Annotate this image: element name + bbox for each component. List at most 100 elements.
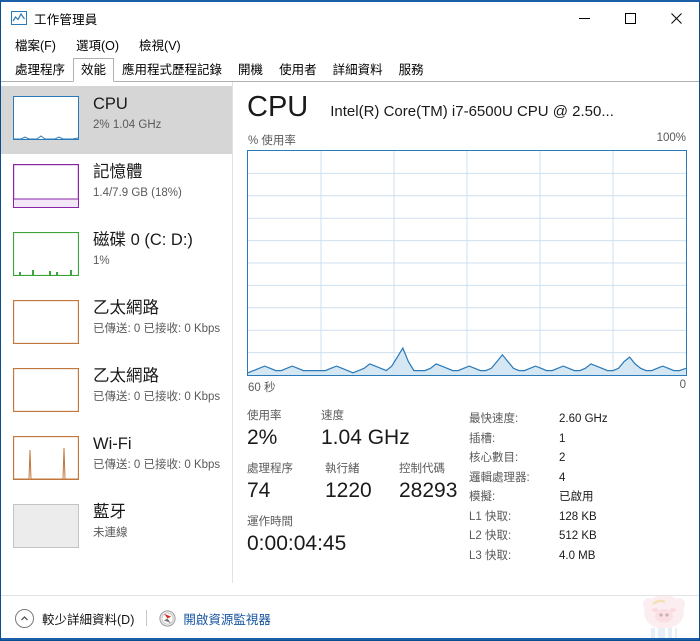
maximize-button[interactable] — [607, 2, 653, 34]
chevron-up-icon[interactable] — [15, 608, 34, 628]
spec-l2-cache: L2 快取: 512 KB — [469, 527, 687, 547]
bluetooth-mini-graph — [13, 504, 79, 548]
sidebar-item-subtitle: 已傳送: 0 已接收: 0 Kbps — [93, 391, 221, 403]
cpu-graph-svg — [248, 151, 686, 375]
sidebar-item-memory[interactable]: 記憶體 1.4/7.9 GB (18%) — [1, 154, 232, 222]
open-resource-monitor-link[interactable]: 開啟資源監視器 — [183, 609, 271, 628]
fewer-details-button[interactable]: 較少詳細資料(D) — [42, 609, 134, 628]
window-title: 工作管理員 — [34, 12, 98, 27]
watermark-image — [609, 594, 695, 640]
wifi-mini-graph — [13, 436, 79, 480]
page-title: CPU — [247, 91, 309, 123]
spec-value: 2.60 GHz — [559, 413, 608, 425]
sidebar-item-text: 乙太網路 已傳送: 0 已接收: 0 Kbps — [93, 297, 220, 337]
window-controls — [561, 2, 699, 34]
stat-value: 1220 — [325, 479, 372, 502]
graph-y-label: % 使用率 — [248, 135, 296, 147]
tab-details[interactable]: 詳細資料 — [325, 58, 391, 81]
tab-services[interactable]: 服務 — [391, 58, 432, 81]
sidebar-item-title: 藍牙 — [93, 503, 126, 521]
menu-file[interactable]: 檔案(F) — [11, 34, 65, 56]
sidebar-item-disk0[interactable]: 磁碟 0 (C: D:) 1% — [1, 222, 232, 290]
sidebar-item-subtitle: 已傳送: 0 已接收: 0 Kbps — [93, 323, 221, 335]
sidebar-item-text: 記憶體 1.4/7.9 GB (18%) — [93, 161, 182, 201]
stat-value: 28293 — [399, 479, 458, 502]
sidebar-item-bluetooth[interactable]: 藍牙 未連線 — [1, 494, 232, 562]
spec-logical: 邏輯處理器: 4 — [469, 469, 687, 489]
spec-max-speed: 最快速度: 2.60 GHz — [469, 410, 687, 430]
spec-l3-cache: L3 快取: 4.0 MB — [469, 547, 687, 567]
cpu-mini-graph — [13, 96, 79, 140]
stat-row: 處理程序 74 執行緒 1220 控制代碼 28293 — [247, 462, 469, 504]
stat-value: 2% — [247, 426, 278, 449]
sidebar-item-text: 乙太網路 已傳送: 0 已接收: 0 Kbps — [93, 365, 220, 405]
sidebar-item-ethernet1[interactable]: 乙太網路 已傳送: 0 已接收: 0 Kbps — [1, 290, 232, 358]
tab-processes[interactable]: 處理程序 — [7, 58, 73, 81]
sidebar-item-text: 藍牙 未連線 — [93, 501, 128, 541]
spec-cores: 核心數目: 2 — [469, 449, 687, 469]
spec-value: 512 KB — [559, 530, 597, 542]
sidebar-item-wifi[interactable]: Wi-Fi 已傳送: 0 已接收: 0 Kbps — [1, 426, 232, 494]
sidebar-item-text: Wi-Fi 已傳送: 0 已接收: 0 Kbps — [93, 433, 220, 473]
sidebar-item-title: 磁碟 0 (C: D:) — [93, 231, 193, 249]
stat-threads: 執行緒 1220 — [325, 462, 399, 504]
sidebar-item-title: 乙太網路 — [93, 367, 159, 385]
sidebar-item-title: 乙太網路 — [93, 299, 159, 317]
spec-l1-cache: L1 快取: 128 KB — [469, 508, 687, 528]
stat-label: 速度 — [321, 410, 344, 422]
stat-label: 運作時間 — [247, 516, 293, 528]
stat-row: 使用率 2% 速度 1.04 GHz — [247, 409, 469, 451]
stat-value: 1.04 GHz — [321, 426, 410, 449]
tab-app-history[interactable]: 應用程式歷程記錄 — [114, 58, 230, 81]
spec-key: L1 快取: — [469, 510, 512, 523]
stat-row: 運作時間 0:00:04:45 — [247, 515, 469, 557]
spec-value: 1 — [559, 432, 566, 445]
graph-x-start: 60 秒 — [248, 382, 276, 394]
sidebar-item-text: CPU 2% 1.04 GHz — [93, 93, 161, 133]
resource-monitor-icon[interactable] — [159, 609, 176, 627]
sidebar-item-title: Wi-Fi — [93, 435, 132, 453]
cpu-stats-primary: 使用率 2% 速度 1.04 GHz 處理程序 74 執行緒 1220 控制代碼… — [247, 409, 469, 568]
spec-key: 邏輯處理器: — [469, 471, 530, 484]
sidebar-item-subtitle: 2% 1.04 GHz — [93, 119, 162, 131]
stat-handles: 控制代碼 28293 — [399, 462, 457, 504]
spec-key: 最快速度: — [469, 413, 519, 425]
content-area: CPU 2% 1.04 GHz 記憶體 1.4/7.9 GB (18%) 磁碟 … — [1, 82, 699, 583]
tab-startup[interactable]: 開機 — [230, 58, 271, 81]
sidebar-item-text: 磁碟 0 (C: D:) 1% — [93, 229, 193, 269]
sidebar-item-cpu[interactable]: CPU 2% 1.04 GHz — [1, 86, 232, 154]
spec-value: 4.0 MB — [559, 549, 596, 562]
spec-key: 插槽: — [469, 432, 496, 445]
spec-value: 已啟用 — [559, 491, 594, 503]
task-manager-window: 工作管理員 檔案(F) 選項(O) 檢視(V) 處理程序 效能 應用程式歷程記錄… — [0, 0, 700, 641]
sidebar-item-subtitle: 已傳送: 0 已接收: 0 Kbps — [93, 459, 221, 471]
minimize-button[interactable] — [561, 2, 607, 34]
menu-options[interactable]: 選項(O) — [72, 34, 128, 56]
stat-label: 處理程序 — [247, 463, 293, 475]
spec-value: 2 — [559, 452, 566, 464]
menu-view[interactable]: 檢視(V) — [135, 34, 190, 56]
disk-mini-graph — [13, 232, 79, 276]
spec-key: 核心數目: — [469, 452, 519, 464]
close-button[interactable] — [653, 2, 699, 34]
ethernet-mini-graph — [13, 300, 79, 344]
tab-performance[interactable]: 效能 — [73, 58, 115, 82]
stat-label: 控制代碼 — [399, 463, 445, 475]
cpu-stats: 使用率 2% 速度 1.04 GHz 處理程序 74 執行緒 1220 控制代碼… — [247, 409, 687, 568]
graph-caption: % 使用率 100% — [247, 132, 687, 150]
graph-x-axis: 60 秒 0 — [247, 376, 687, 395]
spec-virtual: 模擬: 已啟用 — [469, 488, 687, 508]
sidebar-item-ethernet2[interactable]: 乙太網路 已傳送: 0 已接收: 0 Kbps — [1, 358, 232, 426]
stat-uptime: 運作時間 0:00:04:45 — [247, 515, 346, 557]
stat-label: 使用率 — [247, 410, 282, 422]
graph-gridlines — [248, 151, 686, 375]
spec-value: 4 — [559, 471, 566, 484]
resource-sidebar[interactable]: CPU 2% 1.04 GHz 記憶體 1.4/7.9 GB (18%) 磁碟 … — [1, 82, 233, 583]
tab-users[interactable]: 使用者 — [271, 58, 325, 81]
stat-processes: 處理程序 74 — [247, 462, 325, 504]
status-separator — [146, 610, 148, 626]
spec-key: L3 快取: — [469, 549, 512, 562]
cpu-model-name: Intel(R) Core(TM) i7-6500U CPU @ 2.50... — [330, 103, 614, 120]
spec-key: L2 快取: — [469, 530, 512, 542]
stat-label: 執行緒 — [325, 463, 360, 475]
